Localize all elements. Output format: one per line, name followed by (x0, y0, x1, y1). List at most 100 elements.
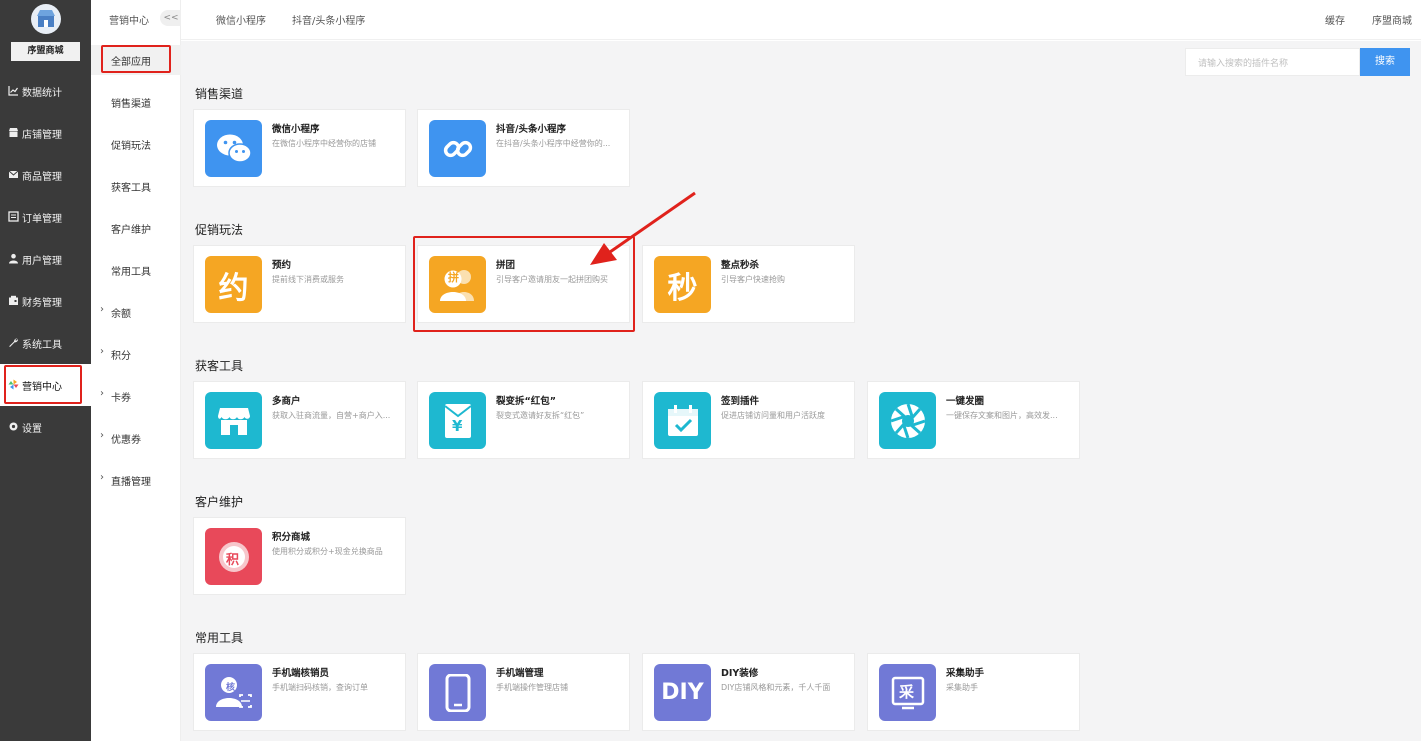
sidebar-item-label: 数据统计 (22, 88, 62, 99)
cache-button[interactable]: 缓存 (1325, 12, 1345, 27)
subnav-item-common-tools[interactable]: 常用工具 (91, 255, 181, 285)
subnav-item-acquisition-tools[interactable]: 获客工具 (91, 171, 181, 201)
tab-wechat-miniprogram[interactable]: 微信小程序 (216, 12, 266, 27)
app-card-multi-merchant[interactable]: 多商户 获取入驻商流量，自营+商户入... (193, 381, 406, 459)
chevron-right-icon: › (100, 472, 104, 483)
red-packet-icon: ¥ (429, 392, 486, 449)
chart-line-icon (8, 86, 18, 96)
sidebar-item-settings[interactable]: 设置 (0, 406, 91, 448)
app-card-name: 手机端管理 (496, 668, 544, 679)
app-card-name: DIY装修 (721, 668, 759, 679)
wrench-icon (9, 338, 19, 347)
subnav-item-all-apps[interactable]: 全部应用 (91, 45, 181, 75)
aperture-icon (879, 392, 936, 449)
shop-switcher-label: 序盟商城 (1372, 16, 1412, 27)
app-card-name: 拼团 (496, 260, 516, 271)
annotation-highlight-box (101, 45, 171, 73)
sidebar-item-finance[interactable]: 财务管理 (0, 280, 91, 322)
section-title-sales-channels: 销售渠道 (195, 87, 244, 101)
sidebar-item-label: 店铺管理 (22, 130, 62, 141)
sidebar-item-orders[interactable]: 订单管理 (0, 196, 91, 238)
user-icon (9, 253, 18, 264)
app-card-name: 抖音/头条小程序 (496, 124, 566, 135)
app-card-name: 整点秒杀 (721, 260, 760, 271)
subnav-item-label: 积分 (111, 351, 131, 362)
chevron-right-icon: › (100, 430, 104, 441)
chevron-right-icon: › (100, 388, 104, 399)
subnav-item-label: 优惠券 (111, 435, 141, 446)
app-card-desc: DIY店铺风格和元素，千人千面 (721, 683, 831, 692)
yue-icon: 约 (205, 256, 262, 313)
app-card-one-click-post[interactable]: 一键发圈 一键保存文案和图片，高效发... (867, 381, 1080, 459)
app-card-desc: 手机端扫码核销，查询订单 (272, 683, 368, 692)
icon-glyph: 采 (899, 683, 915, 701)
app-card-desc: 一键保存文案和图片，高效发... (946, 411, 1058, 420)
brand-name: 序盟商城 (11, 42, 80, 61)
subnav-item-label: 客户维护 (111, 225, 151, 236)
app-card-booking[interactable]: 约 预约 提前线下消费或服务 (193, 245, 406, 323)
shop-logo-icon[interactable] (31, 4, 61, 34)
app-card-name: 微信小程序 (272, 124, 320, 135)
sidebar-item-label: 财务管理 (22, 298, 62, 309)
app-card-check-in[interactable]: 签到插件 促进店铺访问量和用户活跃度 (642, 381, 855, 459)
icon-glyph: 约 (218, 270, 249, 306)
app-card-desc: 手机端操作管理店铺 (496, 683, 568, 692)
app-card-diy-decoration[interactable]: DIY DIY装修 DIY店铺风格和元素，千人千面 (642, 653, 855, 731)
app-card-wechat-miniprogram[interactable]: 微信小程序 在微信小程序中经营你的店铺 (193, 109, 406, 187)
app-card-douyin-miniprogram[interactable]: 抖音/头条小程序 在抖音/头条小程序中经营你的... (417, 109, 630, 187)
app-card-red-packet[interactable]: ¥ 裂变拆“红包” 裂变式邀请好友拆“红包” (417, 381, 630, 459)
app-card-flash-sale[interactable]: 秒 整点秒杀 引导客户快速抢购 (642, 245, 855, 323)
tab-douyin-miniprogram[interactable]: 抖音/头条小程序 (292, 12, 365, 27)
plugin-search-input[interactable]: 请输入搜索的插件名称 (1185, 48, 1360, 76)
secondary-nav-title: 营销中心 (109, 16, 149, 27)
list-icon (8, 211, 19, 222)
collapse-nav-button[interactable]: << (160, 10, 182, 26)
top-bar: 微信小程序 抖音/头条小程序 缓存 序盟商城 (181, 0, 1421, 40)
chevron-right-icon: › (100, 346, 104, 357)
secondary-nav: 营销中心 全部应用 销售渠道 促销玩法 获客工具 客户维护 常用工具 › 余额 … (91, 0, 181, 741)
subnav-item-customer-care[interactable]: 客户维护 (91, 213, 181, 243)
subnav-item-promotions[interactable]: 促销玩法 (91, 129, 181, 159)
annotation-highlight-box (4, 365, 82, 404)
app-card-desc: 在微信小程序中经营你的店铺 (272, 139, 376, 148)
douyin-link-icon (429, 120, 486, 177)
subnav-item-balance[interactable]: › 余额 (91, 297, 181, 327)
brand: 序盟商城 (0, 0, 91, 64)
subnav-item-sales-channels[interactable]: 销售渠道 (91, 87, 181, 117)
search-button[interactable]: 搜索 (1360, 48, 1410, 76)
app-card-mobile-manager[interactable]: 手机端管理 手机端操作管理店铺 (417, 653, 630, 731)
main-menu: 数据统计 店铺管理 商品管理 订单管理 用户管理 财务管理 系统工具 营销中心 (0, 70, 91, 448)
sidebar-item-statistics[interactable]: 数据统计 (0, 70, 91, 112)
sidebar-item-shop[interactable]: 店铺管理 (0, 112, 91, 154)
subnav-item-live-streaming[interactable]: › 直播管理 (91, 465, 181, 495)
app-card-group-buy[interactable]: 拼 拼团 引导客户邀请朋友一起拼团购买 (417, 245, 630, 323)
app-card-desc: 促进店铺访问量和用户活跃度 (721, 411, 825, 420)
shop-switcher[interactable]: 序盟商城 (1372, 12, 1412, 27)
sidebar-item-marketing[interactable]: 营销中心 (0, 364, 91, 406)
subnav-item-label: 余额 (111, 309, 131, 320)
sidebar-item-system-tools[interactable]: 系统工具 (0, 322, 91, 364)
app-card-points-mall[interactable]: 积 积分商城 使用积分或积分+现金兑换商品 (193, 517, 406, 595)
app-card-desc: 提前线下消费或服务 (272, 275, 344, 284)
storefront-icon (205, 392, 262, 449)
verifier-icon: 核 (205, 664, 262, 721)
app-card-desc: 引导客户快速抢购 (721, 275, 785, 284)
shop-icon (9, 128, 18, 137)
subnav-item-points[interactable]: › 积分 (91, 339, 181, 369)
subnav-item-vouchers[interactable]: › 卡券 (91, 381, 181, 411)
app-card-mobile-verifier[interactable]: 核 手机端核销员 手机端扫码核销，查询订单 (193, 653, 406, 731)
app-card-name: 预约 (272, 260, 292, 271)
app-card-desc: 使用积分或积分+现金兑换商品 (272, 547, 383, 556)
app-card-desc: 引导客户邀请朋友一起拼团购买 (496, 275, 608, 284)
app-card-name: 积分商城 (272, 532, 311, 543)
app-card-collect-helper[interactable]: 采 采集助手 采集助手 (867, 653, 1080, 731)
subnav-item-coupons[interactable]: › 优惠券 (91, 423, 181, 453)
sidebar-item-label: 系统工具 (22, 340, 62, 351)
group-buy-icon: 拼 (429, 256, 486, 313)
wallet-icon (9, 295, 18, 305)
flash-sale-icon: 秒 (654, 256, 711, 313)
icon-glyph: 秒 (667, 270, 698, 306)
app-card-desc: 裂变式邀请好友拆“红包” (496, 411, 585, 420)
sidebar-item-goods[interactable]: 商品管理 (0, 154, 91, 196)
sidebar-item-users[interactable]: 用户管理 (0, 238, 91, 280)
